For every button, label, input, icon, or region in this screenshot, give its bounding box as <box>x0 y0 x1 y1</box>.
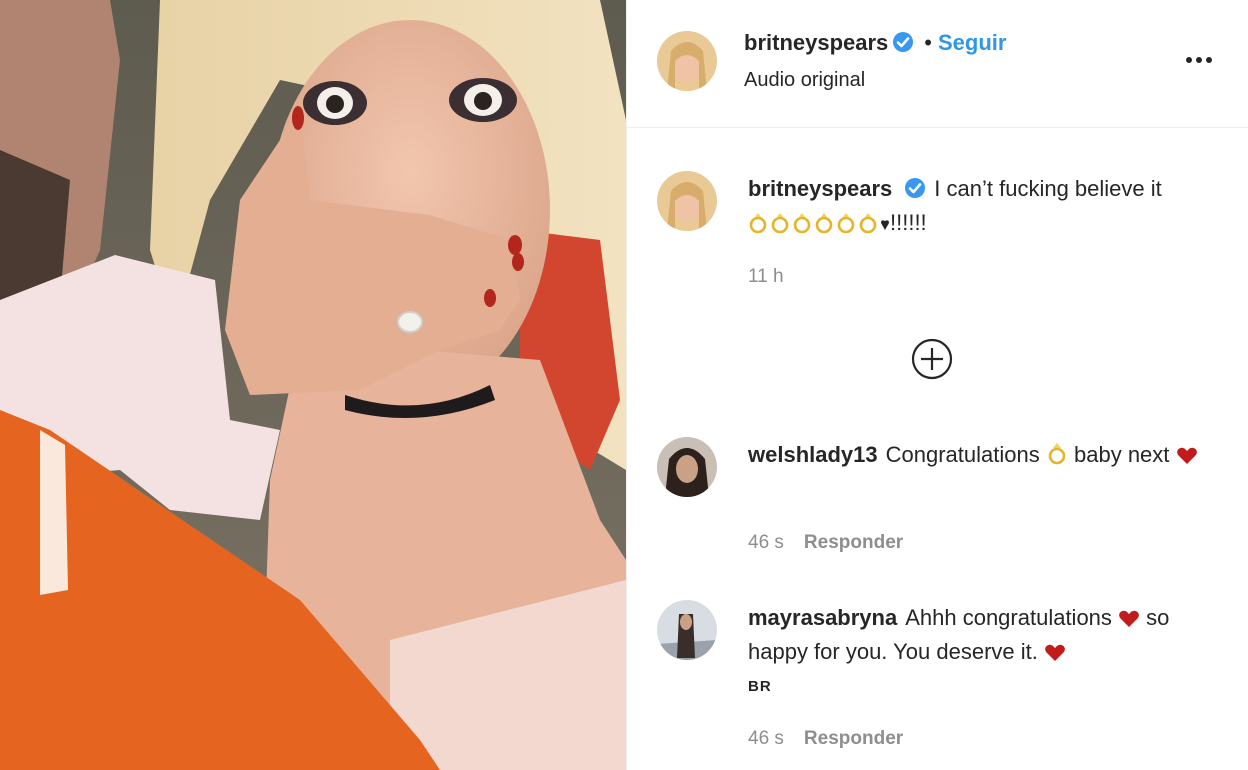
comment-meta: 46 s Responder <box>748 532 903 554</box>
post-caption: britneyspears I can’t fucking believe it … <box>657 170 1217 300</box>
commenter-avatar[interactable] <box>657 600 717 660</box>
ring-emoji-row: !!!!!! <box>748 210 927 235</box>
comment-text-block: welshlady13 Congratulations baby next <box>748 438 1208 472</box>
comment-item: mayrasabryna Ahhh congratulations so happ… <box>657 600 1217 760</box>
commenter-avatar[interactable] <box>657 437 717 497</box>
comment-meta: 46 s Responder <box>748 728 903 750</box>
commenter-username[interactable]: welshlady13 <box>748 442 878 467</box>
author-username[interactable]: britneyspears <box>744 30 888 55</box>
more-options-icon[interactable] <box>1183 50 1215 70</box>
caption-avatar[interactable] <box>657 171 717 231</box>
verified-badge-icon <box>893 32 914 52</box>
caption-username[interactable]: britneyspears <box>748 176 892 201</box>
caption-text: I can’t fucking believe it <box>934 176 1162 201</box>
reply-button[interactable]: Responder <box>804 532 903 553</box>
header-title-row: britneyspears • Seguir <box>744 30 1006 56</box>
comment-text-after: baby next <box>1074 442 1170 467</box>
red-heart-icon <box>1119 610 1139 627</box>
reply-button[interactable]: Responder <box>804 728 903 749</box>
post-header: britneyspears • Seguir Audio original <box>627 0 1248 128</box>
commenter-username[interactable]: mayrasabryna <box>748 605 897 630</box>
watermark-logo: BR <box>748 678 772 695</box>
follow-button[interactable]: Seguir <box>938 30 1006 55</box>
comment-text-block: mayrasabryna Ahhh congratulations so happ… <box>748 601 1208 669</box>
comment-text: Ahhh congratulations <box>905 605 1112 630</box>
caption-time: 11 h <box>748 266 784 288</box>
comment-timestamp[interactable]: 46 s <box>748 728 784 749</box>
header-separator: • <box>924 30 932 55</box>
comment-timestamp[interactable]: 46 s <box>748 532 784 553</box>
post-panel: britneyspears • Seguir Audio original brit… <box>626 0 1248 770</box>
post-image <box>0 0 626 770</box>
author-avatar[interactable] <box>657 31 717 91</box>
black-heart-icon <box>881 220 889 230</box>
red-heart-icon <box>1045 644 1065 661</box>
plus-circle-icon[interactable] <box>910 337 954 381</box>
caption-text-block: britneyspears I can’t fucking believe it … <box>748 172 1208 240</box>
audio-label[interactable]: Audio original <box>744 69 865 92</box>
comment-text: Congratulations <box>885 442 1040 467</box>
caption-timestamp[interactable]: 11 h <box>748 266 784 287</box>
ring-emoji-icon <box>749 213 877 234</box>
caption-suffix: !!!!!! <box>890 210 927 235</box>
ring-emoji-icon <box>1048 443 1066 465</box>
post-photo[interactable] <box>0 0 626 770</box>
comment-item: welshlady13 Congratulations baby next 46 … <box>657 436 1217 566</box>
verified-badge-icon <box>905 178 926 198</box>
red-heart-icon <box>1176 447 1197 464</box>
